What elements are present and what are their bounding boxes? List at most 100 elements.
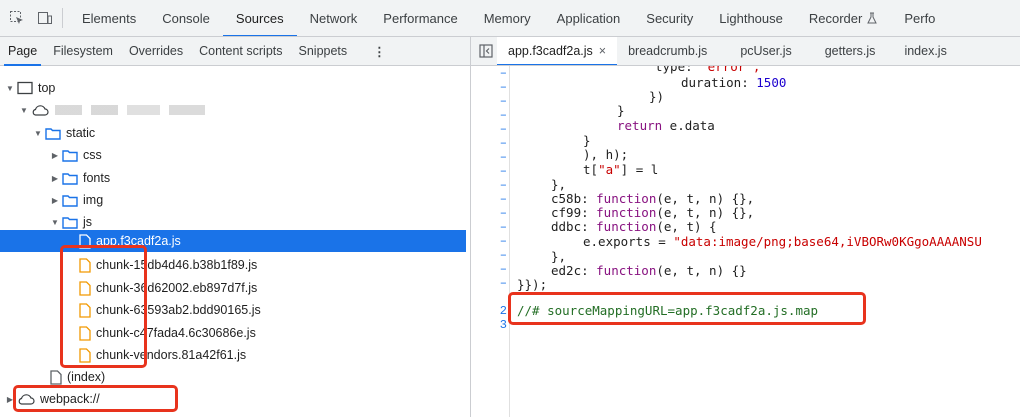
tree-item-app-js[interactable]: app.f3cadf2a.js bbox=[0, 230, 466, 252]
code-line: ed2c: function(e, t, n) {} bbox=[551, 263, 747, 278]
tab-recorder-label: Recorder bbox=[808, 10, 863, 26]
diff-marker: – bbox=[499, 66, 507, 80]
cloud-icon bbox=[32, 105, 49, 116]
file-icon bbox=[79, 233, 91, 249]
tree-label: app.f3cadf2a.js bbox=[96, 234, 181, 248]
tree-label: chunk-vendors.81a42f61.js bbox=[96, 348, 247, 362]
diff-marker: – bbox=[499, 80, 507, 94]
tab-application[interactable]: Application bbox=[544, 0, 634, 36]
file-icon bbox=[79, 347, 91, 363]
tree-label: js bbox=[83, 215, 93, 229]
code-line: c58b: function(e, t, n) {}, bbox=[551, 191, 755, 206]
tab-page[interactable]: Page bbox=[0, 37, 45, 66]
diff-marker: – bbox=[499, 178, 507, 192]
diff-marker: – bbox=[499, 206, 507, 220]
folder-icon bbox=[45, 127, 61, 140]
file-tab-index-js[interactable]: index.js bbox=[886, 37, 957, 65]
folder-icon bbox=[62, 172, 78, 185]
tab-content-scripts[interactable]: Content scripts bbox=[191, 37, 290, 66]
tree-item-domain[interactable]: ▼ bbox=[0, 99, 470, 121]
tree-label: css bbox=[83, 148, 102, 162]
divider bbox=[62, 8, 63, 28]
tab-security[interactable]: Security bbox=[633, 0, 706, 36]
editor-tab-bar: app.f3cadf2a.js × breadcrumb.js pcUser.js… bbox=[471, 37, 1020, 66]
diff-marker: – bbox=[499, 262, 507, 276]
tree-item-static[interactable]: ▼ static bbox=[0, 122, 470, 144]
folder-icon bbox=[62, 149, 78, 162]
file-icon bbox=[79, 280, 91, 296]
tree-label: chunk-36d62002.eb897d7f.js bbox=[96, 281, 258, 295]
collapse-arrow-icon: ▶ bbox=[51, 173, 59, 183]
file-tab-app-js[interactable]: app.f3cadf2a.js × bbox=[497, 37, 618, 65]
file-icon bbox=[50, 369, 62, 385]
tab-recorder[interactable]: Recorder bbox=[796, 0, 891, 36]
tree-item-webpack[interactable]: ▶ webpack:// bbox=[0, 388, 470, 410]
tree-item-chunk-3[interactable]: chunk-63593ab2.bdd90165.js bbox=[0, 299, 470, 321]
cloud-icon bbox=[18, 394, 35, 405]
tab-lighthouse[interactable]: Lighthouse bbox=[706, 0, 796, 36]
expand-arrow-icon: ▼ bbox=[6, 83, 14, 93]
line-number[interactable]: 2 bbox=[471, 304, 507, 318]
tab-console[interactable]: Console bbox=[149, 0, 223, 36]
diff-marker: – bbox=[499, 122, 507, 136]
tree-label: static bbox=[66, 126, 96, 140]
code-line: } bbox=[583, 133, 591, 148]
tab-memory[interactable]: Memory bbox=[471, 0, 544, 36]
diff-marker: – bbox=[499, 94, 507, 108]
file-tab-pcuser-js[interactable]: pcUser.js bbox=[718, 37, 802, 65]
tree-item-img[interactable]: ▶ img bbox=[0, 189, 470, 211]
tab-network[interactable]: Network bbox=[297, 0, 371, 36]
code-editor[interactable]: type: "error", duration: 1500 }) } retur… bbox=[511, 66, 1020, 417]
tree-item-index[interactable]: (index) bbox=[0, 366, 470, 388]
code-line: t["a"] = l bbox=[583, 162, 659, 177]
code-line: e.exports = "data:image/png;base64,iVBOR… bbox=[583, 234, 982, 249]
tree-item-chunk-1[interactable]: chunk-15db4d46.b38b1f89.js bbox=[0, 254, 470, 276]
tree-item-css[interactable]: ▶ css bbox=[0, 144, 470, 166]
tree-label: chunk-c47fada4.6c30686e.js bbox=[96, 326, 256, 340]
file-tab-getters-js[interactable]: getters.js bbox=[803, 37, 887, 65]
line-number[interactable]: 3 bbox=[471, 318, 507, 332]
tree-item-fonts[interactable]: ▶ fonts bbox=[0, 167, 470, 189]
tab-elements[interactable]: Elements bbox=[69, 0, 149, 36]
tree-item-chunk-vendors[interactable]: chunk-vendors.81a42f61.js bbox=[0, 344, 470, 366]
tab-snippets[interactable]: Snippets bbox=[291, 37, 356, 66]
diff-marker: – bbox=[499, 248, 507, 262]
inspect-element-icon[interactable] bbox=[6, 7, 28, 29]
file-tab-label: app.f3cadf2a.js bbox=[508, 43, 593, 58]
folder-icon bbox=[62, 216, 78, 229]
tree-label: (index) bbox=[67, 370, 106, 384]
toggle-navigator-icon[interactable] bbox=[475, 40, 497, 62]
diff-marker: – bbox=[499, 220, 507, 234]
tree-item-chunk-2[interactable]: chunk-36d62002.eb897d7f.js bbox=[0, 277, 470, 299]
tree-item-chunk-4[interactable]: chunk-c47fada4.6c30686e.js bbox=[0, 322, 470, 344]
close-icon[interactable]: × bbox=[599, 44, 606, 58]
tab-overrides[interactable]: Overrides bbox=[121, 37, 191, 66]
tree-label: fonts bbox=[83, 171, 111, 185]
more-tabs-icon[interactable]: ⋮ bbox=[373, 44, 386, 59]
code-line: }}); bbox=[517, 277, 548, 292]
expand-arrow-icon: ▼ bbox=[34, 128, 42, 138]
code-line: }, bbox=[551, 177, 567, 192]
code-line: cf99: function(e, t, n) {}, bbox=[551, 205, 755, 220]
tree-label: chunk-15db4d46.b38b1f89.js bbox=[96, 258, 258, 272]
line-gutter: – – – – – – – – – – – – – – – – 2 3 bbox=[471, 66, 510, 417]
frame-icon bbox=[17, 81, 33, 95]
tab-performance-insights[interactable]: Perfo bbox=[891, 0, 948, 36]
collapse-arrow-icon: ▶ bbox=[51, 150, 59, 160]
tree-item-top[interactable]: ▼ top bbox=[0, 77, 470, 99]
diff-marker: – bbox=[499, 108, 507, 122]
flask-icon bbox=[867, 12, 878, 24]
diff-marker: – bbox=[499, 192, 507, 206]
tree-label: chunk-63593ab2.bdd90165.js bbox=[96, 303, 261, 317]
device-toolbar-icon[interactable] bbox=[34, 7, 56, 29]
redacted-domain bbox=[55, 105, 205, 115]
file-tree: ▼ top ▼ ▼ static ▶ css ▶ fonts ▶ img ▼ j… bbox=[0, 67, 470, 417]
tab-filesystem[interactable]: Filesystem bbox=[45, 37, 121, 66]
tree-label: top bbox=[38, 81, 56, 95]
tab-performance[interactable]: Performance bbox=[370, 0, 470, 36]
tree-label: webpack:// bbox=[40, 392, 100, 406]
file-tab-breadcrumb-js[interactable]: breadcrumb.js bbox=[617, 37, 718, 65]
tab-sources[interactable]: Sources bbox=[222, 0, 297, 36]
code-line: } bbox=[617, 103, 625, 118]
collapse-arrow-icon: ▶ bbox=[51, 195, 59, 205]
